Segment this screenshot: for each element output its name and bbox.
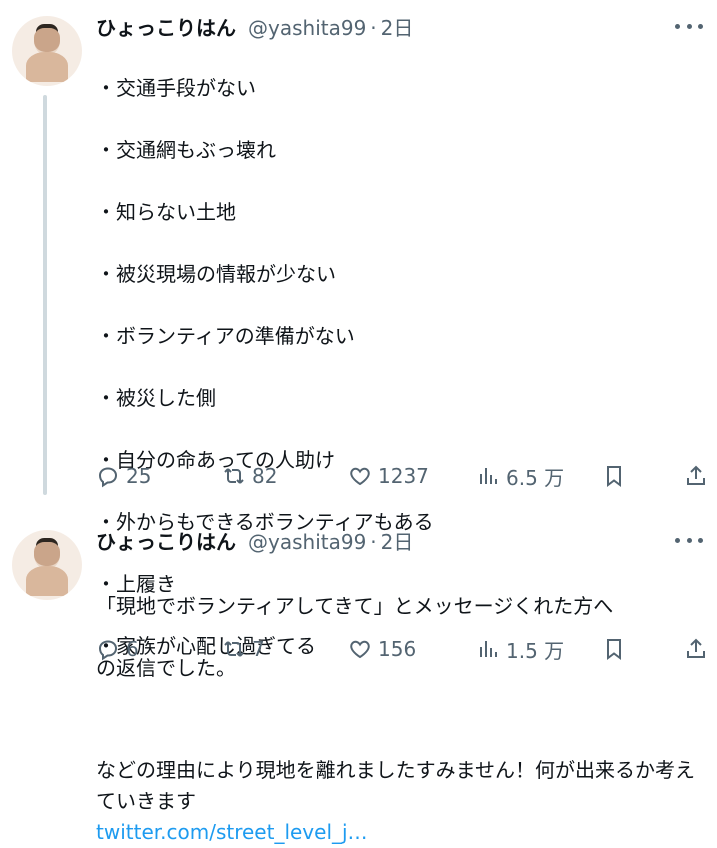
- retweet-count: 82: [252, 464, 278, 488]
- reply-button[interactable]: 6: [96, 632, 139, 666]
- more-dots-icon[interactable]: [675, 14, 703, 38]
- timestamp[interactable]: 2日: [381, 12, 414, 41]
- retweet-count: 7: [252, 637, 265, 661]
- reply-count: 6: [126, 637, 139, 661]
- share-button[interactable]: [684, 459, 708, 493]
- tweet-link[interactable]: twitter.com/street_level_j…: [96, 820, 368, 844]
- share-button[interactable]: [684, 632, 708, 666]
- retweet-button[interactable]: 7: [222, 632, 265, 666]
- user-handle[interactable]: @yashita99: [248, 530, 366, 554]
- views-chart-icon: [480, 468, 497, 484]
- retweet-icon: [224, 641, 244, 657]
- view-count: 6.5 万: [506, 465, 565, 490]
- timestamp[interactable]: 2日: [381, 526, 414, 555]
- tweet-paragraph: などの理由により現地を離れましたすみません！何が出来るか考えていきます: [96, 758, 695, 813]
- display-name[interactable]: ひょっこりはん: [96, 526, 236, 555]
- list-item: ・被災した側: [96, 386, 216, 410]
- views-button[interactable]: 6.5 万: [476, 459, 564, 493]
- display-name[interactable]: ひょっこりはん: [96, 12, 236, 41]
- heart-icon: [350, 640, 370, 659]
- user-handle[interactable]: @yashita99: [248, 16, 366, 40]
- views-button[interactable]: 1.5 万: [476, 632, 564, 666]
- reply-button[interactable]: 25: [96, 459, 151, 493]
- tweet-header: ひょっこりはん @yashita99 · 2日: [96, 526, 413, 554]
- more-dots-icon[interactable]: [675, 528, 703, 552]
- tweet-header: ひょっこりはん @yashita99 · 2日: [96, 12, 413, 40]
- tweet-text-line: 「現地でボランティアしてきて」とメッセージくれた方へ: [96, 594, 614, 618]
- separator-dot: ·: [370, 16, 377, 40]
- list-item: ・交通網もぶっ壊れ: [96, 138, 276, 162]
- bookmark-button[interactable]: [602, 459, 626, 493]
- separator-dot: ·: [370, 530, 377, 554]
- list-item: ・交通手段がない: [96, 76, 256, 100]
- thread-line: [43, 95, 47, 495]
- bookmark-icon: [607, 466, 621, 487]
- bookmark-icon: [607, 639, 621, 660]
- bookmark-button[interactable]: [602, 632, 626, 666]
- tweet-2[interactable]: ひょっこりはん @yashita99 · 2日 「現地でボランティアしてきて」と…: [0, 510, 717, 680]
- view-count: 1.5 万: [506, 638, 565, 663]
- reply-icon: [98, 640, 118, 661]
- like-button[interactable]: 1237: [348, 459, 429, 493]
- like-button[interactable]: 156: [348, 632, 416, 666]
- retweet-button[interactable]: 82: [222, 459, 277, 493]
- reply-count: 25: [126, 464, 152, 488]
- like-count: 156: [378, 637, 417, 661]
- share-icon: [687, 638, 705, 658]
- share-icon: [687, 465, 705, 485]
- tweet-1[interactable]: ひょっこりはん @yashita99 · 2日 ・交通手段がない ・交通網もぶっ…: [0, 0, 717, 844]
- tweet-text: ・交通手段がない ・交通網もぶっ壊れ ・知らない土地 ・被災現場の情報が少ない …: [96, 42, 706, 848]
- action-bar: 25 82 1237 6.5 万: [96, 459, 706, 493]
- retweet-icon: [224, 468, 244, 484]
- list-item: ・被災現場の情報が少ない: [96, 262, 336, 286]
- action-bar: 6 7 156 1.5 万: [96, 632, 706, 666]
- views-chart-icon: [480, 641, 497, 657]
- heart-icon: [350, 467, 370, 486]
- list-item: ・知らない土地: [96, 200, 236, 224]
- avatar[interactable]: [12, 16, 82, 86]
- reply-icon: [98, 467, 118, 488]
- avatar[interactable]: [12, 530, 82, 600]
- list-item: ・ボランティアの準備がない: [96, 324, 355, 348]
- like-count: 1237: [378, 464, 429, 488]
